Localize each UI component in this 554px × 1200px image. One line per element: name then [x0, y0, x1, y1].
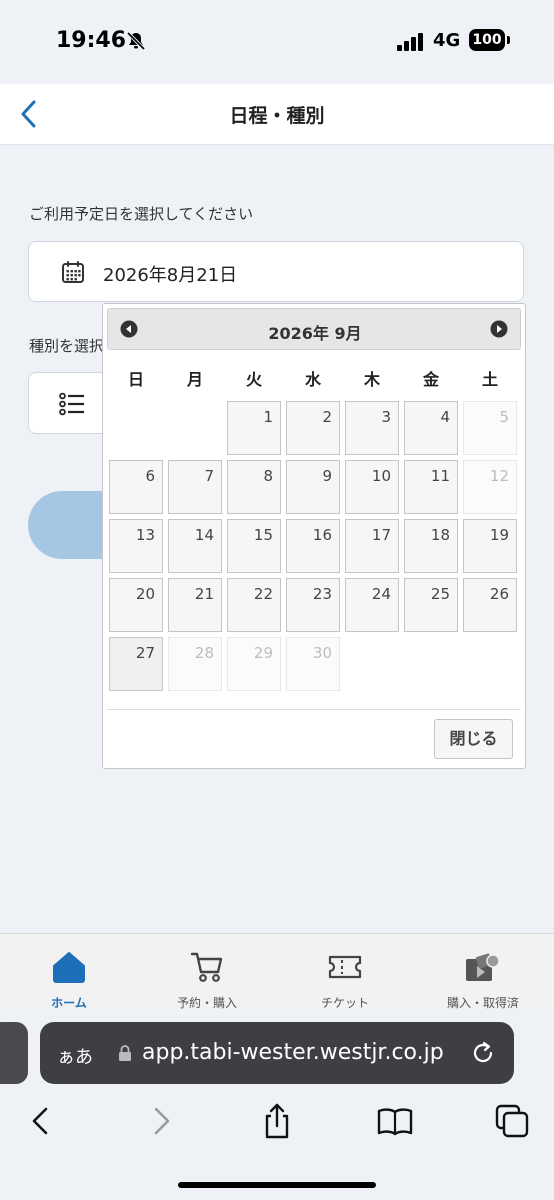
datepicker-divider: [107, 709, 521, 710]
calendar-day: 12: [463, 460, 517, 514]
close-button[interactable]: 閉じる: [434, 719, 513, 759]
app-header: 日程・種別: [0, 84, 554, 145]
datepicker-title: 2026年 9月: [268, 324, 362, 343]
calendar-day[interactable]: 7: [168, 460, 222, 514]
previous-tab-peek[interactable]: [0, 1022, 28, 1084]
date-label: ご利用予定日を選択してください: [29, 205, 254, 223]
bookmarks-icon[interactable]: [376, 1102, 414, 1140]
home-icon: [53, 952, 85, 983]
calendar-day[interactable]: 20: [109, 578, 163, 632]
page-title: 日程・種別: [229, 105, 325, 127]
date-field[interactable]: 2026年8月21日: [28, 241, 524, 302]
nav-purchased-label: 購入・取得済: [446, 996, 519, 1010]
weekday-header: 日: [127, 370, 144, 389]
calendar-day[interactable]: 16: [286, 519, 340, 573]
share-icon[interactable]: [258, 1102, 296, 1140]
bell-off-icon: [126, 31, 146, 51]
calendar-day[interactable]: 19: [463, 519, 517, 573]
weekday-header: 火: [245, 370, 262, 389]
home-indicator: [178, 1182, 376, 1188]
bottom-nav: ホーム 予約・購入 チケット 購入・取得済: [0, 933, 554, 1011]
ticket-icon: [328, 955, 362, 979]
calendar-day[interactable]: 25: [404, 578, 458, 632]
calendar-icon: [62, 261, 84, 283]
calendar-day[interactable]: 17: [345, 519, 399, 573]
nav-home[interactable]: ホーム: [0, 934, 138, 1011]
calendar-day[interactable]: 4: [404, 401, 458, 455]
purchased-icon: [466, 953, 500, 981]
calendar-day[interactable]: 18: [404, 519, 458, 573]
calendar-day[interactable]: 9: [286, 460, 340, 514]
calendar-day[interactable]: 23: [286, 578, 340, 632]
calendar-day: 5: [463, 401, 517, 455]
weekday-header: 金: [422, 370, 439, 389]
calendar-day: 29: [227, 637, 281, 691]
calendar-day: 28: [168, 637, 222, 691]
datepicker-header: 2026年 9月: [107, 308, 521, 350]
calendar-day[interactable]: 11: [404, 460, 458, 514]
battery-tip: [507, 36, 510, 44]
nav-reserve-label: 予約・購入: [176, 996, 237, 1010]
calendar-day[interactable]: 8: [227, 460, 281, 514]
nav-ticket[interactable]: チケット: [276, 934, 414, 1011]
aa-button[interactable]: ぁあ: [57, 1043, 93, 1069]
weekday-header: 土: [481, 370, 498, 389]
nav-purchased[interactable]: 購入・取得済: [414, 934, 552, 1011]
weekday-header: 月: [186, 370, 203, 389]
browser-back-icon[interactable]: [22, 1102, 60, 1140]
calendar-day[interactable]: 10: [345, 460, 399, 514]
list-icon: [59, 392, 84, 416]
network-type: 4G: [433, 30, 461, 51]
calendar-day[interactable]: 14: [168, 519, 222, 573]
datepicker: 2026年 9月 日月火水木金土 1 2 3 4 5 6 7 8 9 10 11 12 13 14 15 16…: [102, 303, 526, 769]
calendar-day[interactable]: 13: [109, 519, 163, 573]
weekday-header: 水: [304, 370, 321, 389]
calendar-day[interactable]: 27: [109, 637, 163, 691]
browser-chrome: ぁあ app.tabi-wester.westjr.co.jp: [0, 1010, 554, 1200]
calendar-day[interactable]: 22: [227, 578, 281, 632]
calendar-day[interactable]: 24: [345, 578, 399, 632]
calendar-day[interactable]: 21: [168, 578, 222, 632]
calendar-day: 30: [286, 637, 340, 691]
battery-icon: 100: [469, 29, 505, 51]
weekday-header: 木: [363, 370, 380, 389]
browser-forward-icon[interactable]: [142, 1102, 180, 1140]
calendar-day[interactable]: 1: [227, 401, 281, 455]
nav-home-label: ホーム: [51, 996, 87, 1010]
next-month-button[interactable]: [490, 320, 508, 338]
date-value: 2026年8月21日: [103, 265, 238, 286]
reload-icon[interactable]: [470, 1040, 496, 1066]
lock-icon: [119, 1045, 131, 1061]
type-label: 種別を選択: [29, 337, 105, 355]
tabs-icon[interactable]: [493, 1102, 531, 1140]
nav-reserve[interactable]: 予約・購入: [138, 934, 276, 1011]
url-text: app.tabi-wester.westjr.co.jp: [142, 1040, 444, 1065]
status-time: 19:46: [56, 28, 127, 53]
cart-icon: [190, 952, 223, 982]
address-bar[interactable]: ぁあ app.tabi-wester.westjr.co.jp: [40, 1022, 514, 1084]
calendar-day[interactable]: 3: [345, 401, 399, 455]
status-bar: 19:46 4G 100: [0, 0, 554, 84]
calendar-day[interactable]: 15: [227, 519, 281, 573]
signal-icon: [397, 33, 427, 51]
calendar-day[interactable]: 6: [109, 460, 163, 514]
calendar-day[interactable]: 2: [286, 401, 340, 455]
nav-ticket-label: チケット: [320, 996, 369, 1010]
calendar-day[interactable]: 26: [463, 578, 517, 632]
